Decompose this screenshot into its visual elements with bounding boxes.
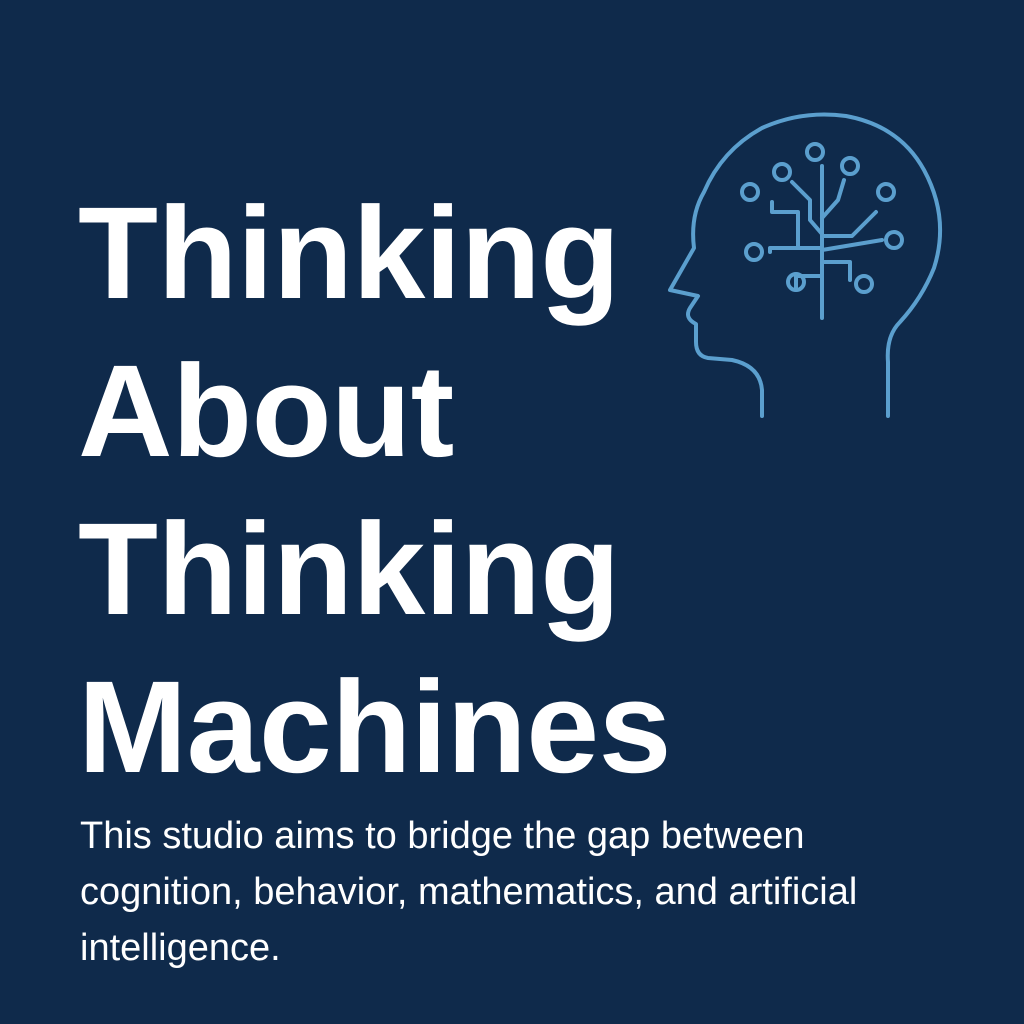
title-line: Thinking	[78, 179, 620, 326]
poster-title: Thinking About Thinking Machines	[78, 174, 671, 806]
poster: Thinking About Thinking Machines This st…	[0, 0, 1024, 1024]
brain-circuit-head-icon	[668, 112, 943, 418]
title-line: About	[78, 337, 454, 484]
title-line: Machines	[78, 653, 671, 800]
title-line: Thinking	[78, 495, 620, 642]
poster-description: This studio aims to bridge the gap betwe…	[80, 815, 858, 969]
